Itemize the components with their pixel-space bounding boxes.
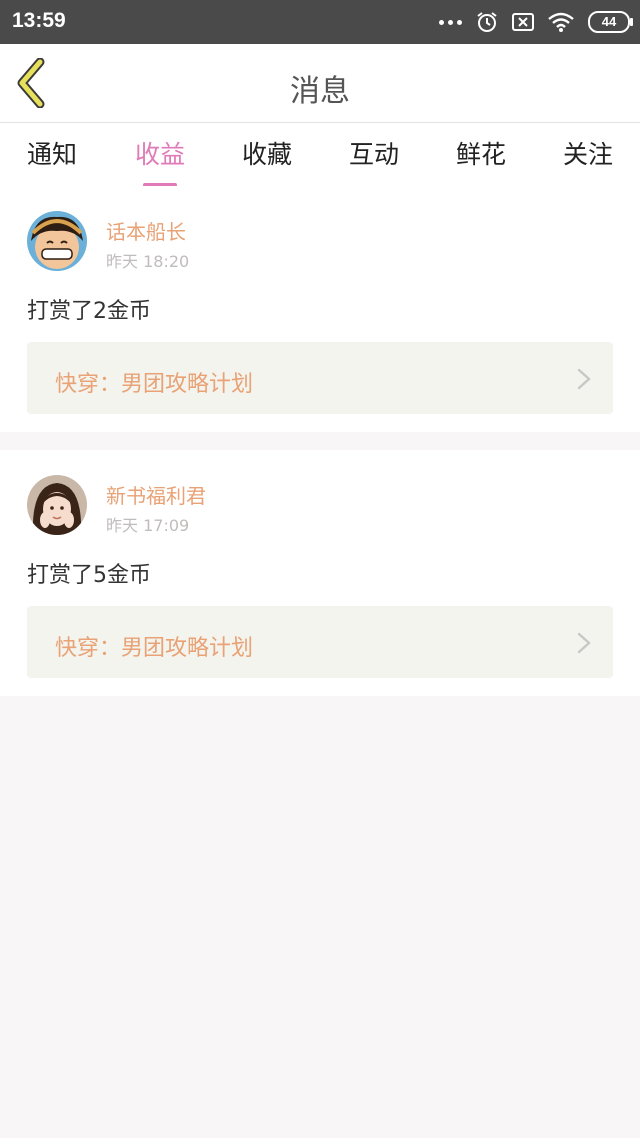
tab-earnings[interactable]: 收益 (120, 135, 200, 187)
status-time: 13:59 (12, 9, 66, 32)
author-name[interactable]: 话本船长 (106, 216, 186, 245)
battery-level: 44 (601, 14, 617, 29)
book-title: 快穿：男团攻略计划 (55, 636, 254, 661)
tab-flowers[interactable]: 鲜花 (441, 135, 521, 171)
chevron-right-icon (577, 368, 591, 390)
book-link[interactable]: 快穿：男团攻略计划 (27, 606, 613, 678)
message-time: 昨天 17:09 (106, 516, 190, 535)
chevron-right-icon (577, 632, 591, 654)
message-time: 昨天 18:20 (106, 252, 190, 271)
wifi-icon (548, 12, 574, 32)
book-link[interactable]: 快穿：男团攻略计划 (27, 342, 613, 414)
page-title: 消息 (290, 74, 350, 109)
header: 消息 (0, 44, 640, 123)
battery-icon: 44 (588, 11, 633, 33)
more-dots-icon (439, 19, 462, 25)
status-icons: 44 (439, 8, 633, 36)
tab-follows[interactable]: 关注 (548, 135, 628, 171)
tab-bar: 通知 收益 收藏 互动 鲜花 关注 (0, 123, 640, 187)
status-bar: 13:59 44 (0, 0, 640, 44)
message-card: 话本船长 昨天 18:20 打赏了2金币 快穿：男团攻略计划 (0, 186, 640, 432)
tab-interactions[interactable]: 互动 (334, 135, 414, 171)
avatar[interactable] (27, 475, 87, 535)
author-name[interactable]: 新书福利君 (106, 480, 206, 509)
message-text: 打赏了2金币 (27, 299, 151, 324)
message-card: 新书福利君 昨天 17:09 打赏了5金币 快穿：男团攻略计划 (0, 450, 640, 696)
tab-notifications[interactable]: 通知 (12, 135, 92, 171)
book-title: 快穿：男团攻略计划 (55, 372, 254, 397)
message-text: 打赏了5金币 (27, 563, 151, 588)
tab-favorites[interactable]: 收藏 (227, 135, 307, 171)
alarm-icon (477, 12, 497, 32)
avatar[interactable] (27, 211, 87, 271)
no-sim-icon (512, 13, 534, 31)
